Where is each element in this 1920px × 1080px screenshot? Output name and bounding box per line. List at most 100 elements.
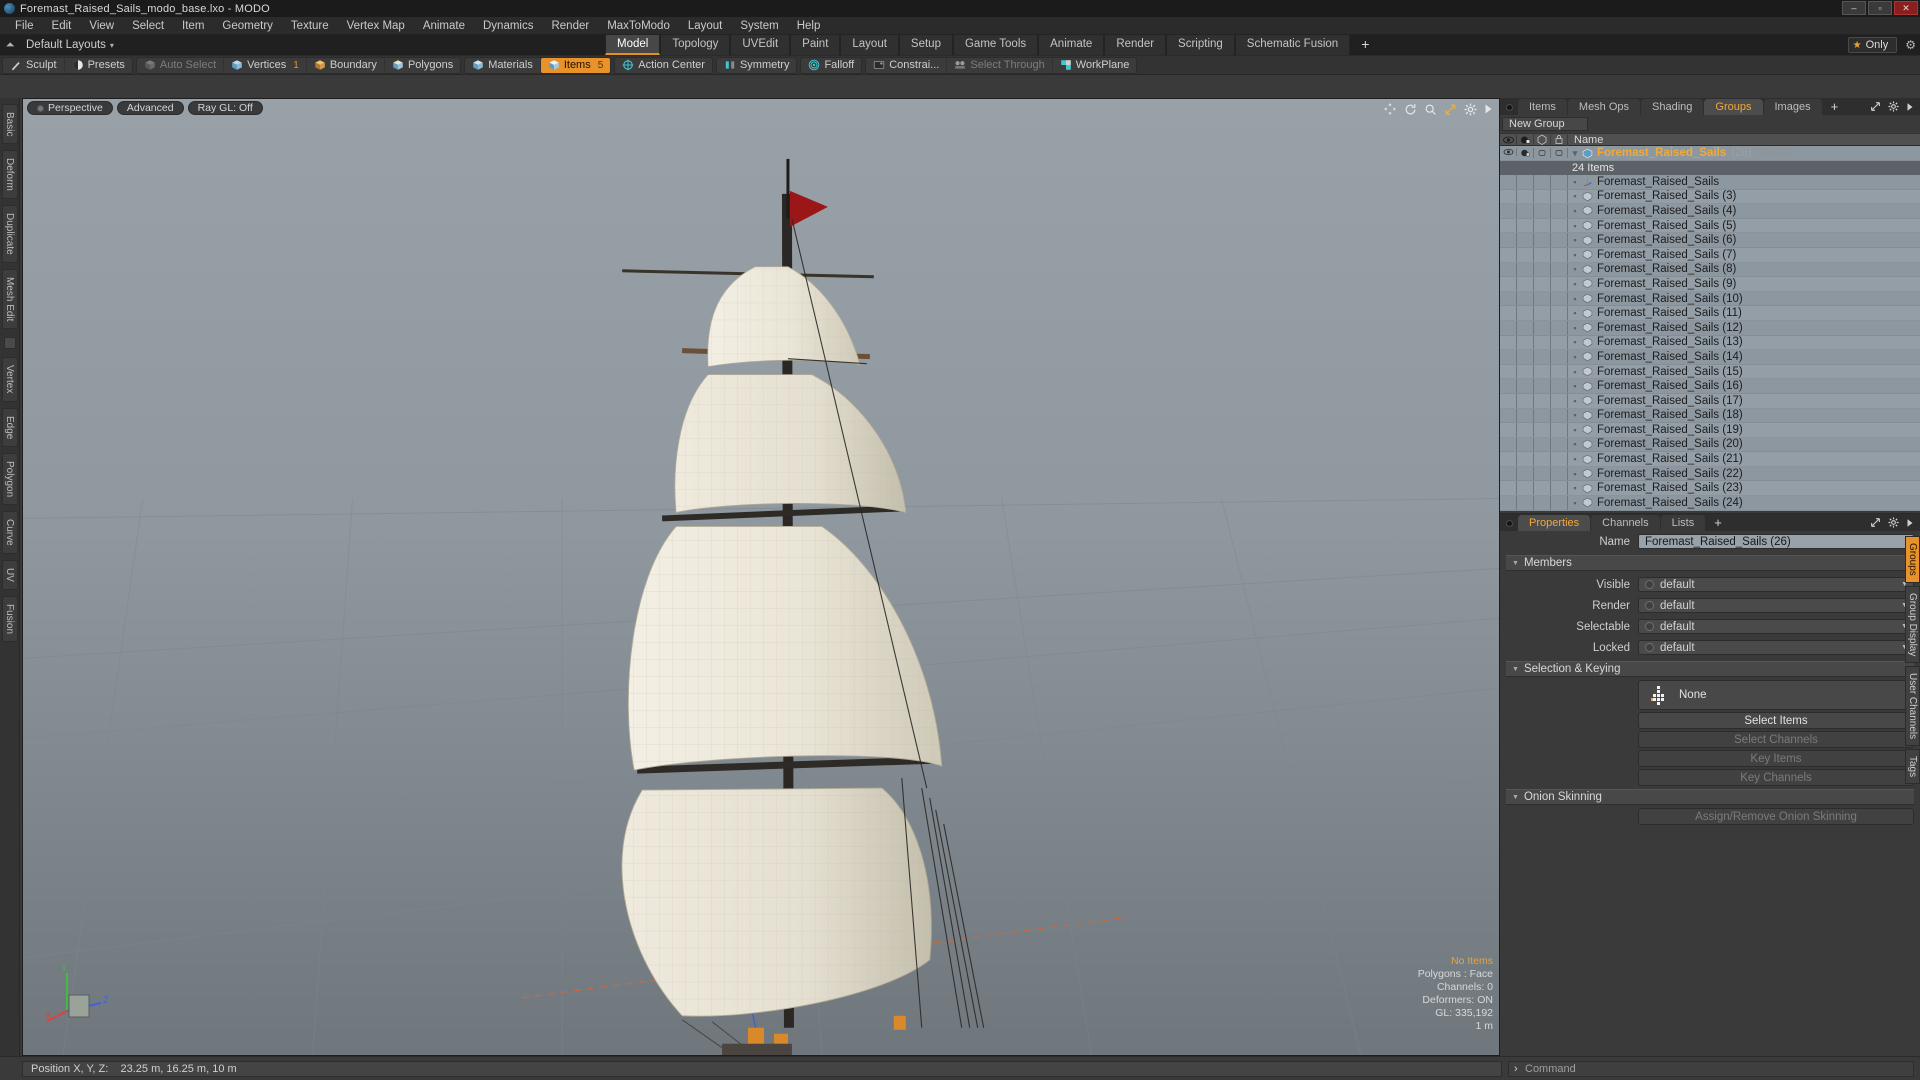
layout-tab-setup[interactable]: Setup [898,35,953,55]
menu-item-dynamics[interactable]: Dynamics [474,17,542,35]
onion-skinning-section-header[interactable]: ▼ Onion Skinning [1506,789,1914,805]
layout-tab-animate[interactable]: Animate [1038,35,1105,55]
tool-auto-select[interactable]: Auto Select [137,57,225,73]
tool-vertices[interactable]: Vertices 1 [224,57,307,73]
viewport-3d[interactable]: Perspective Advanced Ray GL: Off Y X Z N… [22,98,1500,1056]
gear-icon[interactable] [1888,517,1899,528]
panel-tab-shading[interactable]: Shading [1641,99,1704,115]
select-channels-button[interactable]: Select Channels [1638,731,1914,748]
menu-item-view[interactable]: View [80,17,123,35]
gear-icon[interactable] [1464,103,1477,116]
property-dropdown-locked[interactable]: default▼ [1638,640,1914,655]
viewport-pill-perspective[interactable]: Perspective [27,101,113,115]
selection-keying-section-header[interactable]: ▼ Selection & Keying [1506,661,1914,677]
property-dropdown-visible[interactable]: default ▼ [1638,577,1914,592]
eye-toggle[interactable] [1500,148,1517,156]
left-tool-tab-duplicate[interactable]: Duplicate [2,205,18,263]
property-toggle-knob[interactable] [1645,622,1654,631]
properties-side-tab-tags[interactable]: Tags [1905,749,1920,785]
property-dropdown-selectable[interactable]: default▼ [1638,619,1914,634]
item-list-row[interactable]: ▪ Foremast_Raised_Sails (11) [1500,306,1920,321]
gear-icon[interactable]: ⚙ [1905,38,1916,52]
toolbar-grip[interactable] [3,337,16,350]
properties-tab-add[interactable]: + [1706,515,1730,531]
layout-tab-game-tools[interactable]: Game Tools [952,35,1039,55]
tool-presets[interactable]: Presets [65,58,132,73]
menu-item-layout[interactable]: Layout [679,17,732,35]
gear-icon[interactable] [1888,101,1899,112]
left-tool-tab-basic[interactable]: Basic [2,104,18,145]
item-list-row[interactable]: ▪ Foremast_Raised_Sails (16) [1500,379,1920,394]
item-list-row[interactable]: ▪ Foremast_Raised_Sails (3) [1500,189,1920,205]
tool-sculpt[interactable]: Sculpt [3,57,65,73]
tool-workplane[interactable]: WorkPlane [1053,58,1137,73]
tool-constrai[interactable]: Constrai... [866,57,948,73]
item-list-row[interactable]: ▪ Foremast_Raised_Sails (19) [1500,423,1920,438]
render-icon[interactable] [1517,133,1534,146]
item-list-row[interactable]: ▪ Foremast_Raised_Sails (9) [1500,277,1920,292]
layout-tab-uvedit[interactable]: UVEdit [730,35,791,55]
item-list-row[interactable]: ▪ Foremast_Raised_Sails (24) [1500,496,1920,511]
key-channels-button[interactable]: Key Channels [1638,769,1914,786]
maximize-button[interactable]: ▫ [1868,1,1892,15]
item-list-row[interactable]: ▪ Foremast_Raised_Sails (17) [1500,393,1920,409]
menu-item-texture[interactable]: Texture [282,17,338,35]
tool-materials[interactable]: Materials [465,57,541,73]
pan-icon[interactable] [1383,102,1397,116]
menu-item-animate[interactable]: Animate [414,17,474,35]
left-tool-tab-polygon[interactable]: Polygon [2,453,18,506]
only-button[interactable]: ★ Only [1847,37,1898,53]
shade-icon[interactable] [1534,133,1551,146]
properties-side-tab-group-display[interactable]: Group Display [1905,585,1920,664]
menu-item-edit[interactable]: Edit [43,17,81,35]
menu-item-item[interactable]: Item [173,17,213,35]
menu-item-system[interactable]: System [731,17,787,35]
property-toggle-knob[interactable] [1645,601,1654,610]
item-list-row[interactable]: ▪ Foremast_Raised_Sails (8) [1500,262,1920,278]
default-layouts-label[interactable]: Default Layouts [20,39,106,51]
property-toggle-knob[interactable] [1645,580,1654,589]
layout-tab-paint[interactable]: Paint [790,35,841,55]
layout-tab-schematic-fusion[interactable]: Schematic Fusion [1234,35,1351,55]
lock-icon[interactable] [1551,133,1568,146]
item-list[interactable]: ▾ Foremast_Raised_Sails (26) : Group 24 Ite… [1500,146,1920,511]
left-tool-tab-uv[interactable]: UV [2,559,18,590]
item-list-row[interactable]: ▪ Foremast_Raised_Sails (18) [1500,408,1920,424]
group-header-row[interactable]: ▾ Foremast_Raised_Sails (26) : Group [1500,146,1920,161]
menu-item-render[interactable]: Render [542,17,598,35]
properties-side-tab-user-channels[interactable]: User Channels [1905,666,1920,747]
home-icon[interactable]: ⏶ [0,39,20,52]
item-list-row[interactable]: ▪ Foremast_Raised_Sails (6) [1500,233,1920,248]
select-items-button[interactable]: Select Items [1638,712,1914,729]
left-tool-tab-curve[interactable]: Curve [2,511,18,554]
menu-item-vertex-map[interactable]: Vertex Map [338,17,414,35]
rotate-icon[interactable] [1404,103,1417,116]
expand-icon[interactable] [1870,101,1881,112]
item-list-row[interactable]: ▪ Foremast_Raised_Sails [1500,175,1920,190]
expand-icon[interactable] [1870,517,1881,528]
panel-tab-add[interactable]: + [1823,99,1847,115]
new-group-button[interactable]: New Group [1502,117,1588,131]
menu-item-help[interactable]: Help [788,17,830,35]
properties-tab-properties[interactable]: Properties [1518,515,1591,531]
tool-symmetry[interactable]: Symmetry [717,58,797,73]
layout-tab-topology[interactable]: Topology [660,35,731,55]
shade-toggle[interactable] [1534,148,1551,158]
menu-item-select[interactable]: Select [123,17,173,35]
layout-tab-render[interactable]: Render [1104,35,1167,55]
name-input[interactable]: Foremast_Raised_Sails (26) [1638,534,1914,549]
expand-arrow-icon[interactable]: ▾ [1568,148,1582,159]
viewport-pill-ray-gl-off[interactable]: Ray GL: Off [187,101,263,115]
item-list-row[interactable]: ▪ Foremast_Raised_Sails (14) [1500,350,1920,365]
item-list-row[interactable]: ▪ Foremast_Raised_Sails (15) [1500,364,1920,380]
left-tool-tab-edge[interactable]: Edge [2,407,18,448]
left-tool-tab-deform[interactable]: Deform [2,150,18,200]
properties-side-tab-groups[interactable]: Groups [1905,536,1920,583]
panel-tab-images[interactable]: Images [1763,99,1822,115]
eye-icon[interactable] [1500,133,1517,146]
layout-tab-layout[interactable]: Layout [840,35,899,55]
left-tool-tab-mesh-edit[interactable]: Mesh Edit [2,268,18,330]
properties-tab-channels[interactable]: Channels [1591,515,1660,531]
item-list-row[interactable]: ▪ Foremast_Raised_Sails (13) [1500,335,1920,351]
panel-tab-mesh-ops[interactable]: Mesh Ops [1567,99,1641,115]
